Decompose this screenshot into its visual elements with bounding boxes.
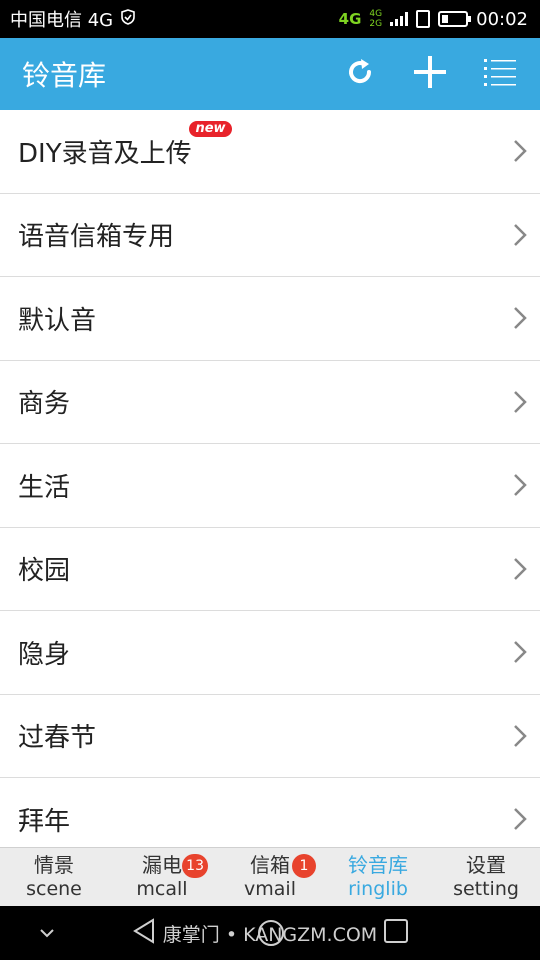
back-button[interactable] [131, 917, 157, 950]
app-actions [338, 52, 522, 96]
tab-label-wrap: 信箱 1 [250, 853, 316, 878]
chevron-right-icon [510, 222, 530, 248]
tab-sublabel: mcall [136, 878, 188, 900]
status-right: 4G 4G 2G 00:02 [339, 9, 528, 30]
list-item-voicemail[interactable]: 语音信箱专用 [0, 193, 540, 277]
tab-label: 信箱 [250, 853, 290, 877]
chevron-right-icon [510, 806, 530, 832]
status-bar: 中国电信 4G 4G 4G 2G 00:02 [0, 0, 540, 38]
hide-nav-button[interactable] [38, 924, 56, 943]
ringtone-category-list: DIY录音及上传 new 语音信箱专用 默认音 商务 生活 校园 隐身 过春节 … [0, 110, 540, 862]
item-label-wrap: DIY录音及上传 new [18, 120, 232, 170]
list-item-label: 隐身 [18, 639, 71, 670]
bottom-tab-bar: 情景 scene 漏电 13 mcall 信箱 1 vmail 铃音库 ring… [0, 847, 540, 906]
list-item-diy-upload[interactable]: DIY录音及上传 new [0, 110, 540, 194]
tab-sublabel: scene [26, 878, 82, 900]
battery-icon [438, 11, 472, 27]
list-item-label: 商务 [18, 389, 71, 420]
chevron-right-icon [510, 556, 530, 582]
sd-card-icon [416, 10, 431, 28]
tab-label: 漏电 [142, 853, 182, 877]
network-stack: 4G 2G [369, 9, 382, 29]
network-stack-top: 4G [369, 9, 383, 19]
tab-label: 设置 [466, 853, 506, 877]
new-badge: new [189, 120, 232, 137]
add-button[interactable] [408, 52, 452, 96]
refresh-button[interactable] [338, 52, 382, 96]
recents-button[interactable] [383, 918, 409, 949]
list-item-label: 生活 [18, 472, 71, 503]
list-item-stealth[interactable]: 隐身 [0, 611, 540, 695]
list-item-label: 默认音 [18, 305, 97, 336]
network-4g-label: 4G [338, 9, 362, 28]
list-item-label: 语音信箱专用 [18, 222, 175, 253]
menu-list-icon [484, 57, 516, 91]
chevron-right-icon [510, 138, 530, 164]
app-bar: 铃音库 [0, 38, 540, 110]
home-button[interactable] [256, 918, 286, 948]
chevron-right-icon [510, 639, 530, 665]
network-stack-bottom: 2G [369, 19, 383, 29]
voicemail-count-badge: 1 [292, 854, 316, 878]
home-circle-icon [256, 920, 286, 952]
list-item-life[interactable]: 生活 [0, 444, 540, 528]
list-item-label: 校园 [18, 556, 71, 587]
signal-icon [390, 12, 409, 26]
chevron-right-icon [510, 305, 530, 331]
tab-sublabel: vmail [244, 878, 296, 900]
tab-sublabel: setting [453, 878, 519, 900]
missed-call-count-badge: 13 [182, 854, 208, 878]
refresh-icon [345, 57, 375, 91]
list-item-default[interactable]: 默认音 [0, 277, 540, 361]
list-item-business[interactable]: 商务 [0, 360, 540, 444]
menu-button[interactable] [478, 52, 522, 96]
tab-label-wrap: 漏电 13 [142, 853, 208, 878]
tab-sublabel: ringlib [348, 878, 408, 900]
tab-vmail[interactable]: 信箱 1 vmail [216, 848, 324, 906]
tab-label: 铃音库 [348, 853, 408, 877]
add-icon [413, 55, 447, 93]
tab-setting[interactable]: 设置 setting [432, 848, 540, 906]
page-title: 铃音库 [22, 59, 107, 92]
tab-ringlib[interactable]: 铃音库 ringlib [324, 848, 432, 906]
recents-square-icon [383, 918, 409, 949]
chevron-right-icon [510, 472, 530, 498]
carrier-text: 中国电信 4G [10, 10, 114, 31]
list-item-campus[interactable]: 校园 [0, 527, 540, 611]
tab-label: 情景 [34, 853, 74, 877]
chevron-down-icon [38, 924, 56, 943]
list-item-label: 过春节 [18, 723, 97, 754]
shield-icon [121, 9, 135, 29]
chevron-right-icon [510, 389, 530, 415]
list-item-label: DIY录音及上传 [18, 138, 192, 169]
tab-mcall[interactable]: 漏电 13 mcall [108, 848, 216, 906]
status-time: 00:02 [476, 8, 528, 30]
status-left: 中国电信 4G [10, 6, 135, 32]
list-item-label: 拜年 [18, 806, 71, 837]
tab-scene[interactable]: 情景 scene [0, 848, 108, 906]
back-triangle-icon [131, 917, 157, 950]
list-item-spring-festival[interactable]: 过春节 [0, 694, 540, 778]
chevron-right-icon [510, 723, 530, 749]
